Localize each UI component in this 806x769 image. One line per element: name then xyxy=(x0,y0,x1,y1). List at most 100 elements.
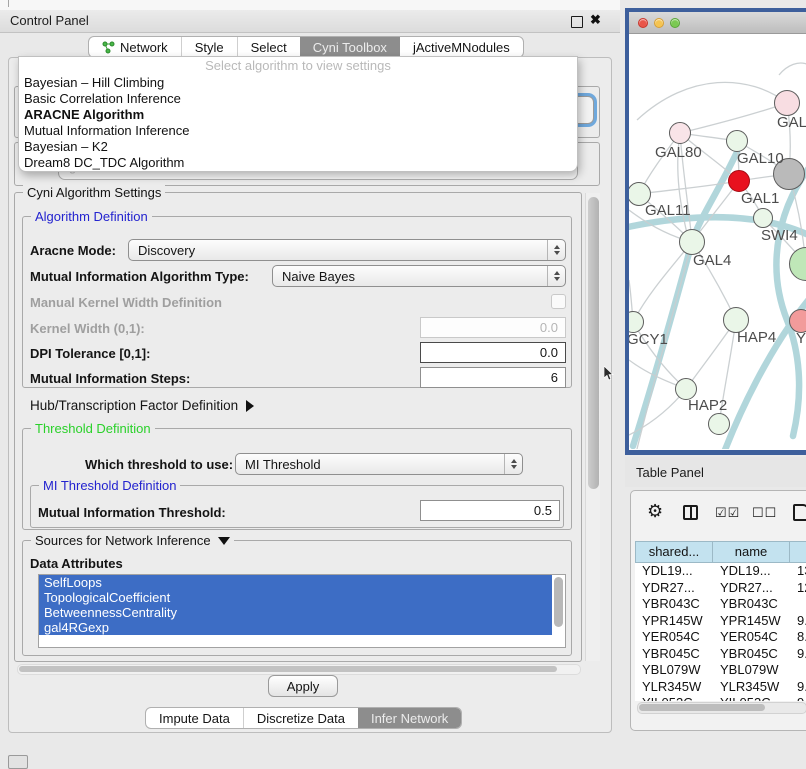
tab-select[interactable]: Select xyxy=(237,37,300,57)
stepper-icon xyxy=(504,454,522,474)
dropdown-item-aracne[interactable]: ARACNE Algorithm xyxy=(19,107,577,123)
aracne-mode-combobox[interactable]: Discovery xyxy=(128,239,566,261)
manual-kernel-checkbox[interactable] xyxy=(551,294,566,309)
dpi-tolerance-field[interactable] xyxy=(420,342,566,363)
zoom-traffic-light[interactable] xyxy=(670,18,680,28)
network-canvas[interactable]: GAL GAL80 GAL10 GAL1 GAL11 SWI4 GAL4 GCY… xyxy=(629,34,806,449)
mi-threshold-group-title: MI Threshold Definition xyxy=(39,478,180,493)
mi-threshold-label: Mutual Information Threshold: xyxy=(38,505,226,520)
network-window-titlebar[interactable] xyxy=(629,12,806,34)
dropdown-item-mutual-information[interactable]: Mutual Information Inference xyxy=(19,123,577,139)
minimize-traffic-light[interactable] xyxy=(654,18,664,28)
table-panel-body: ⚙ ☑☑ ☐☐ shared... name YDL19...YDL19...1… xyxy=(630,490,806,731)
table-hscrollbar[interactable] xyxy=(637,702,806,714)
threshold-definition-title: Threshold Definition xyxy=(31,421,155,436)
node-label: GAL xyxy=(777,114,806,131)
tab-style[interactable]: Style xyxy=(181,37,237,57)
control-panel-titlebar: Control Panel ✖ xyxy=(0,10,620,33)
attribute-item-gal4rgexp[interactable]: gal4RGexp xyxy=(39,620,552,635)
column-header-sharedname[interactable]: shared... xyxy=(635,541,713,563)
mouse-cursor xyxy=(604,366,615,381)
tab-impute-data[interactable]: Impute Data xyxy=(146,708,243,728)
deselect-all-checkboxes-icon[interactable]: ☐☐ xyxy=(752,505,777,521)
window-edge-artifact xyxy=(8,0,9,7)
mi-steps-field[interactable] xyxy=(420,367,566,388)
settings-hscrollbar-thumb[interactable] xyxy=(19,666,557,672)
data-attributes-label: Data Attributes xyxy=(30,556,123,571)
table-row[interactable]: YDR27...YDR27...12 xyxy=(635,580,806,597)
mi-threshold-field[interactable] xyxy=(420,500,560,521)
node-swi4[interactable] xyxy=(753,208,773,228)
listbox-vscrollbar[interactable] xyxy=(554,577,563,627)
node-label: GAL4 xyxy=(693,252,731,269)
close-traffic-light[interactable] xyxy=(638,18,648,28)
dpi-tolerance-label: DPI Tolerance [0,1]: xyxy=(30,346,150,361)
new-table-icon[interactable] xyxy=(793,504,806,521)
node-label: GAL1 xyxy=(741,190,779,207)
node-gal1[interactable] xyxy=(728,170,750,192)
stepper-icon xyxy=(547,266,565,286)
node-gal-top[interactable] xyxy=(774,90,800,116)
kernel-width-field[interactable] xyxy=(420,317,566,338)
dropdown-prompt: Select algorithm to view settings xyxy=(19,57,577,75)
column-header-clipped[interactable] xyxy=(790,541,806,563)
table-row[interactable]: YPR145WYPR145W9. xyxy=(635,613,806,630)
table-row[interactable]: YBR043CYBR043C xyxy=(635,596,806,613)
top-strip xyxy=(0,0,620,10)
algorithm-dropdown-popup: Select algorithm to view settings Bayesi… xyxy=(18,56,578,172)
dropdown-item-basic-correlation[interactable]: Basic Correlation Inference xyxy=(19,91,577,107)
bottom-tabbar: Impute Data Discretize Data Infer Networ… xyxy=(145,707,462,729)
table-row[interactable]: YER054CYER054C8. xyxy=(635,629,806,646)
settings-hscrollbar[interactable] xyxy=(17,664,581,675)
dropdown-item-dream8[interactable]: Dream8 DC_TDC Algorithm xyxy=(19,155,577,171)
select-all-checkboxes-icon[interactable]: ☑☑ xyxy=(715,505,740,521)
dropdown-item-bayesian-hill[interactable]: Bayesian – Hill Climbing xyxy=(19,75,577,91)
which-threshold-label: Which threshold to use: xyxy=(85,457,233,472)
node-label: HAP2 xyxy=(688,397,727,414)
aracne-mode-label: Aracne Mode: xyxy=(30,243,116,258)
attribute-item-selfloops[interactable]: SelfLoops xyxy=(39,575,552,590)
table-row[interactable]: YBL079WYBL079W xyxy=(635,662,806,679)
node-gal10[interactable] xyxy=(726,130,748,152)
settings-vscrollbar-thumb[interactable] xyxy=(588,197,599,489)
table-row[interactable]: YLR345WYLR345W9. xyxy=(635,679,806,696)
node-label: GAL10 xyxy=(737,150,784,167)
aracne-mode-value: Discovery xyxy=(138,243,195,258)
tab-jactivemnodules[interactable]: jActiveMNodules xyxy=(400,37,523,57)
node-label: GAL80 xyxy=(655,144,702,161)
table-rows: YDL19...YDL19...13 YDR27...YDR27...12 YB… xyxy=(635,563,806,701)
screenshot-root: { "window": { "title": "Control Panel" }… xyxy=(0,0,806,762)
dropdown-item-bayesian-k2[interactable]: Bayesian – K2 xyxy=(19,139,577,155)
table-header-row: shared... name xyxy=(635,541,806,563)
attribute-item-topologicalcoefficient[interactable]: TopologicalCoefficient xyxy=(39,590,552,605)
control-panel-tabbar: Network Style Select Cyni Toolbox jActiv… xyxy=(88,36,524,58)
split-columns-icon[interactable] xyxy=(683,505,698,520)
tab-network[interactable]: Network xyxy=(89,37,181,57)
tab-discretize-data[interactable]: Discretize Data xyxy=(243,708,358,728)
which-threshold-combobox[interactable]: MI Threshold xyxy=(235,453,523,475)
expanded-arrow-icon xyxy=(218,537,230,545)
table-row[interactable]: YIL052CYIL052C9 xyxy=(635,695,806,701)
manual-kernel-label: Manual Kernel Width Definition xyxy=(30,295,222,310)
hub-section-toggle[interactable]: Hub/Transcription Factor Definition xyxy=(30,398,254,413)
table-row[interactable]: YDL19...YDL19...13 xyxy=(635,563,806,580)
column-header-name[interactable]: name xyxy=(713,541,790,563)
clipped-bottom-button[interactable] xyxy=(8,755,28,769)
mi-type-combobox[interactable]: Naive Bayes xyxy=(272,265,566,287)
settings-vscrollbar[interactable] xyxy=(585,193,600,661)
kernel-width-label: Kernel Width (0,1): xyxy=(30,321,145,336)
node-gal80[interactable] xyxy=(669,122,691,144)
tab-network-label: Network xyxy=(120,40,168,55)
tab-cyni-toolbox[interactable]: Cyni Toolbox xyxy=(300,37,400,57)
tab-infer-network[interactable]: Infer Network xyxy=(358,708,461,728)
apply-button[interactable]: Apply xyxy=(268,675,338,697)
close-icon[interactable]: ✖ xyxy=(590,12,601,28)
hub-section-label: Hub/Transcription Factor Definition xyxy=(30,398,238,413)
table-hscrollbar-thumb[interactable] xyxy=(639,704,765,711)
attribute-item-betweennesscentrality[interactable]: BetweennessCentrality xyxy=(39,605,552,620)
table-row[interactable]: YBR045CYBR045C9. xyxy=(635,646,806,663)
gear-icon[interactable]: ⚙ xyxy=(647,501,663,522)
sources-group-title[interactable]: Sources for Network Inference xyxy=(31,533,234,548)
node-bottom-green[interactable] xyxy=(708,413,730,435)
float-icon[interactable] xyxy=(571,16,583,28)
